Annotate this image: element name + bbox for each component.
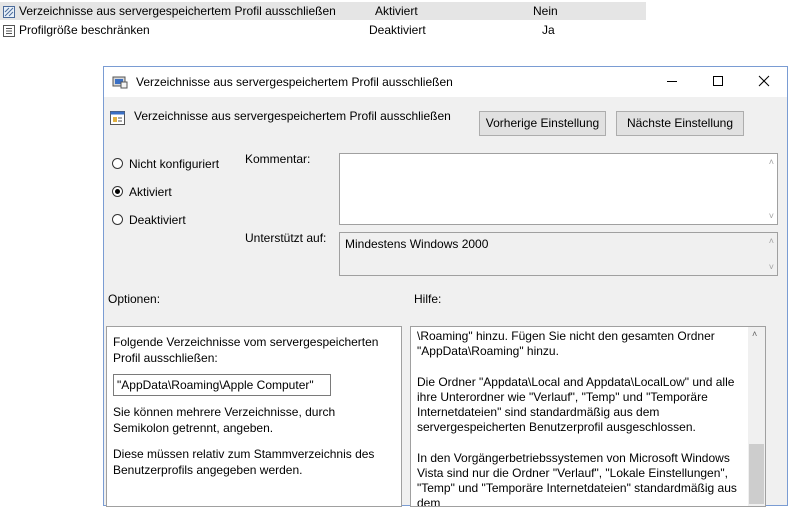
supported-on-value: Mindestens Windows 2000	[345, 237, 489, 251]
help-paragraph: Die Ordner "Appdata\Local and Appdata\Lo…	[417, 375, 735, 434]
radio-circle	[112, 214, 123, 225]
policy-state: Deaktiviert	[369, 23, 426, 37]
policy-comment: Ja	[542, 23, 555, 37]
radio-selected-dot	[115, 189, 120, 194]
close-icon	[758, 75, 770, 87]
dialog-title: Verzeichnisse aus servergespeichertem Pr…	[136, 75, 453, 89]
excluded-directories-input[interactable]: "AppData\Roaming\Apple Computer"	[113, 374, 331, 396]
policy-settings-dialog: Verzeichnisse aus servergespeichertem Pr…	[103, 66, 788, 507]
policy-comment: Nein	[533, 4, 558, 18]
policy-row[interactable]: Verzeichnisse aus servergespeichertem Pr…	[0, 2, 646, 20]
help-scrollbar[interactable]: ˄	[748, 327, 765, 506]
minimize-button[interactable]	[649, 67, 695, 97]
help-pane[interactable]: \Roaming" hinzu. Fügen Sie nicht den ges…	[410, 326, 766, 507]
radio-label: Deaktiviert	[129, 213, 186, 227]
comment-label: Kommentar:	[245, 152, 311, 166]
options-intro-text: Folgende Verzeichnisse vom servergespeic…	[113, 335, 379, 365]
maximize-button[interactable]	[695, 67, 741, 97]
options-pane: Folgende Verzeichnisse vom servergespeic…	[106, 326, 402, 507]
policy-setting-icon	[110, 110, 126, 126]
options-note-semicolon: Sie können mehrere Verzeichnisse, durch …	[113, 405, 336, 435]
options-label: Optionen:	[108, 292, 161, 306]
help-paragraph: \Roaming" hinzu. Fügen Sie nicht den ges…	[417, 329, 715, 358]
supported-on-field: Mindestens Windows 2000 ˄ ˅	[339, 232, 778, 276]
scroll-up-icon[interactable]: ˄	[752, 329, 757, 339]
minimize-icon	[667, 81, 677, 82]
scroll-down-icon[interactable]: ˅	[769, 211, 774, 221]
scroll-down-icon[interactable]: ˅	[769, 262, 774, 272]
setting-header: Verzeichnisse aus servergespeichertem Pr…	[134, 109, 451, 123]
close-button[interactable]	[741, 67, 787, 97]
maximize-icon	[713, 76, 723, 86]
previous-setting-button[interactable]: Vorherige Einstellung	[479, 111, 606, 136]
policy-setting-icon	[3, 24, 15, 37]
scroll-up-icon[interactable]: ˄	[769, 157, 774, 167]
radio-label: Nicht konfiguriert	[129, 157, 220, 171]
help-label: Hilfe:	[414, 292, 442, 306]
next-setting-button[interactable]: Nächste Einstellung	[616, 111, 744, 136]
scroll-up-icon[interactable]: ˄	[769, 236, 774, 246]
radio-circle	[112, 158, 123, 169]
scrollbar-thumb[interactable]	[749, 444, 764, 504]
title-bar[interactable]: Verzeichnisse aus servergespeichertem Pr…	[104, 67, 787, 97]
help-paragraph: In den Vorgängerbetriebssystemen von Mic…	[417, 451, 737, 507]
options-note-relative: Diese müssen relativ zum Stammverzeichni…	[113, 447, 375, 477]
supported-on-label: Unterstützt auf:	[245, 231, 327, 245]
policy-name: Verzeichnisse aus servergespeichertem Pr…	[19, 4, 336, 18]
policy-setting-icon	[3, 5, 15, 18]
radio-label: Aktiviert	[129, 185, 172, 199]
policy-state: Aktiviert	[375, 4, 418, 18]
radio-circle	[112, 186, 123, 197]
comment-textarea[interactable]: ˄ ˅	[339, 153, 778, 225]
policy-app-icon	[112, 74, 128, 90]
policy-name: Profilgröße beschränken	[19, 23, 150, 37]
